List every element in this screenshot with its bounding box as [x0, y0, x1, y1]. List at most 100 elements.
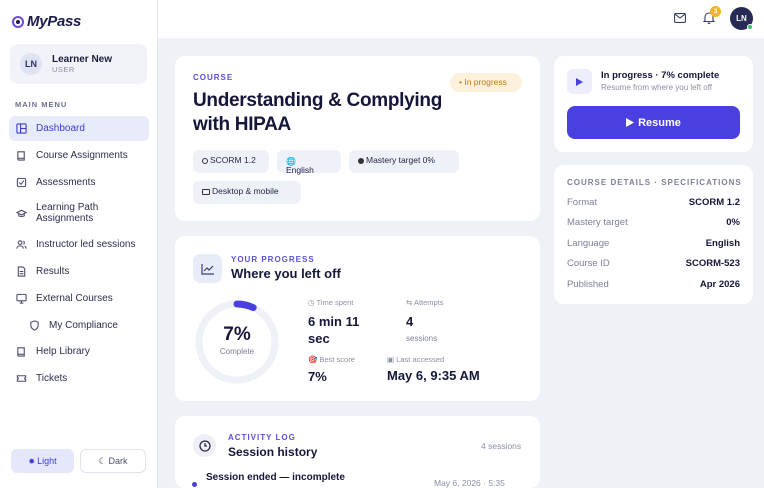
mail-icon[interactable]	[674, 13, 686, 23]
book-icon	[17, 151, 25, 161]
resume-hint: Resume from where you left off	[601, 83, 713, 92]
sidebar: MyPass LN Learner New USER MAIN MENU Das…	[0, 0, 158, 488]
status-badge: • In progress	[450, 73, 522, 92]
time-spent-label: ◷ Time spent	[308, 298, 354, 307]
menu-section-label: MAIN MENU	[15, 100, 68, 109]
activity-eyebrow: ACTIVITY LOG	[228, 433, 296, 442]
notification-badge: 3	[710, 6, 721, 17]
session-count: 4 sessions	[481, 441, 522, 451]
online-status-dot	[747, 24, 753, 30]
time-spent-value: 6 min 11 sec	[308, 314, 360, 346]
sidebar-item-assessments[interactable]: Assessments	[9, 170, 149, 195]
attempts-sub: sessions	[406, 334, 438, 343]
sun-icon: ✹	[28, 456, 36, 466]
circle-icon	[202, 158, 208, 164]
attempts-label: ⇆ Attempts	[406, 298, 444, 307]
top-bar: 3 LN	[158, 0, 764, 38]
last-accessed-label: ▣ Last accessed	[387, 355, 445, 364]
dashboard-icon	[16, 123, 27, 134]
details-row: Course ID SCORM-523	[567, 258, 740, 269]
calendar-icon: ▣	[387, 355, 395, 364]
graduation-cap-icon	[16, 209, 27, 217]
status-dot-icon: •	[459, 77, 462, 87]
course-title: Understanding & Complying with HIPAA	[193, 90, 443, 135]
clock-icon	[193, 434, 216, 457]
sidebar-item-results[interactable]: Results	[9, 259, 149, 284]
sidebar-item-label: Dashboard	[36, 123, 85, 134]
activity-title: Session history	[228, 445, 318, 459]
sidebar-item-label: Course Assignments	[36, 149, 128, 161]
sidebar-item-label: External Courses	[36, 292, 113, 304]
sidebar-item-learning-path-assignments[interactable]: Learning Path Assignments	[9, 196, 149, 230]
sidebar-item-label: Learning Path Assignments	[36, 202, 99, 225]
theme-light-button[interactable]: ✹ Light	[11, 449, 74, 473]
details-row: Mastery target 0%	[567, 217, 740, 228]
activity-entry-label: Session ended — incomplete	[206, 472, 345, 483]
chart-icon	[193, 254, 222, 283]
course-details-card: COURSE DETAILS · SPECIFICATIONS Format SC…	[554, 165, 753, 304]
activity-log-card: ACTIVITY LOG Session history 4 sessions …	[175, 416, 540, 488]
sidebar-item-label: Assessments	[36, 176, 96, 188]
user-avatar: LN	[20, 53, 42, 75]
users-icon	[16, 240, 27, 249]
app-logo[interactable]: MyPass	[12, 13, 81, 30]
ticket-icon	[16, 375, 27, 382]
details-row: Language English	[567, 238, 740, 249]
course-hero-card: COURSE Understanding & Complying with HI…	[175, 56, 540, 221]
repeat-icon: ⇆	[406, 298, 413, 307]
course-eyebrow: COURSE	[193, 73, 234, 82]
monitor-icon	[202, 189, 210, 195]
sidebar-item-instructor-led-sessions[interactable]: Instructor led sessions	[9, 232, 149, 257]
resume-button[interactable]: Resume	[567, 106, 740, 139]
play-icon	[567, 69, 592, 94]
moon-icon: ☾	[98, 455, 107, 466]
progress-caption: Complete	[219, 347, 255, 356]
sidebar-item-label: My Compliance	[49, 319, 118, 331]
sidebar-item-label: Tickets	[36, 373, 68, 385]
play-icon	[626, 118, 635, 127]
checkbox-icon	[16, 177, 27, 187]
activity-entry-time: May 6, 2026 · 5:35	[434, 478, 505, 488]
details-header: COURSE DETAILS · SPECIFICATIONS	[567, 178, 742, 187]
mastery-chip: Mastery target 0%	[349, 150, 459, 173]
sidebar-item-my-compliance[interactable]: My Compliance	[9, 313, 149, 338]
book-icon	[17, 347, 25, 358]
language-chip: 🌐 English	[277, 150, 341, 175]
sidebar-item-label: Instructor led sessions	[36, 239, 136, 251]
clock-icon: ◷	[308, 298, 315, 307]
progress-eyebrow: YOUR PROGRESS	[231, 255, 315, 264]
shield-icon	[30, 319, 39, 331]
best-score-value: 7%	[308, 369, 327, 384]
last-accessed-value: May 6, 9:35 AM	[387, 368, 480, 383]
details-row: Format SCORM 1.2	[567, 197, 740, 208]
logo-text: MyPass	[27, 13, 82, 30]
sidebar-item-course-assignments[interactable]: Course Assignments	[9, 143, 149, 168]
sidebar-item-dashboard[interactable]: Dashboard	[9, 116, 149, 141]
sidebar-nav: Dashboard Course Assignments Assessments…	[9, 116, 149, 393]
progress-title: Where you left off	[231, 266, 341, 281]
attempts-value: 4	[406, 314, 414, 329]
target-icon	[358, 158, 364, 164]
theme-dark-button[interactable]: ☾ Dark	[80, 449, 146, 473]
sidebar-item-help-library[interactable]: Help Library	[9, 339, 149, 364]
progress-card: YOUR PROGRESS Where you left off 7% Comp…	[175, 236, 540, 401]
logo-icon	[12, 15, 24, 28]
best-score-label: 🎯 Best score	[308, 355, 355, 364]
details-row: Published Apr 2026	[567, 279, 740, 290]
device-chip: Desktop & mobile	[193, 181, 301, 204]
sidebar-item-label: Help Library	[36, 346, 90, 358]
monitor-icon	[16, 293, 27, 304]
timeline-dot	[192, 482, 197, 487]
globe-icon: 🌐	[286, 157, 296, 166]
user-card[interactable]: LN Learner New USER	[10, 44, 147, 84]
sidebar-item-tickets[interactable]: Tickets	[9, 366, 149, 391]
user-role: USER	[52, 65, 75, 74]
sidebar-item-external-courses[interactable]: External Courses	[9, 286, 149, 311]
resume-card: In progress · 7% complete Resume from wh…	[554, 56, 753, 152]
resume-status: In progress · 7% complete	[601, 70, 720, 81]
user-name: Learner New	[52, 54, 113, 65]
sidebar-item-label: Results	[36, 265, 70, 277]
progress-percent: 7%	[223, 324, 251, 345]
trophy-icon: 🎯	[308, 355, 318, 364]
document-icon	[17, 266, 26, 277]
